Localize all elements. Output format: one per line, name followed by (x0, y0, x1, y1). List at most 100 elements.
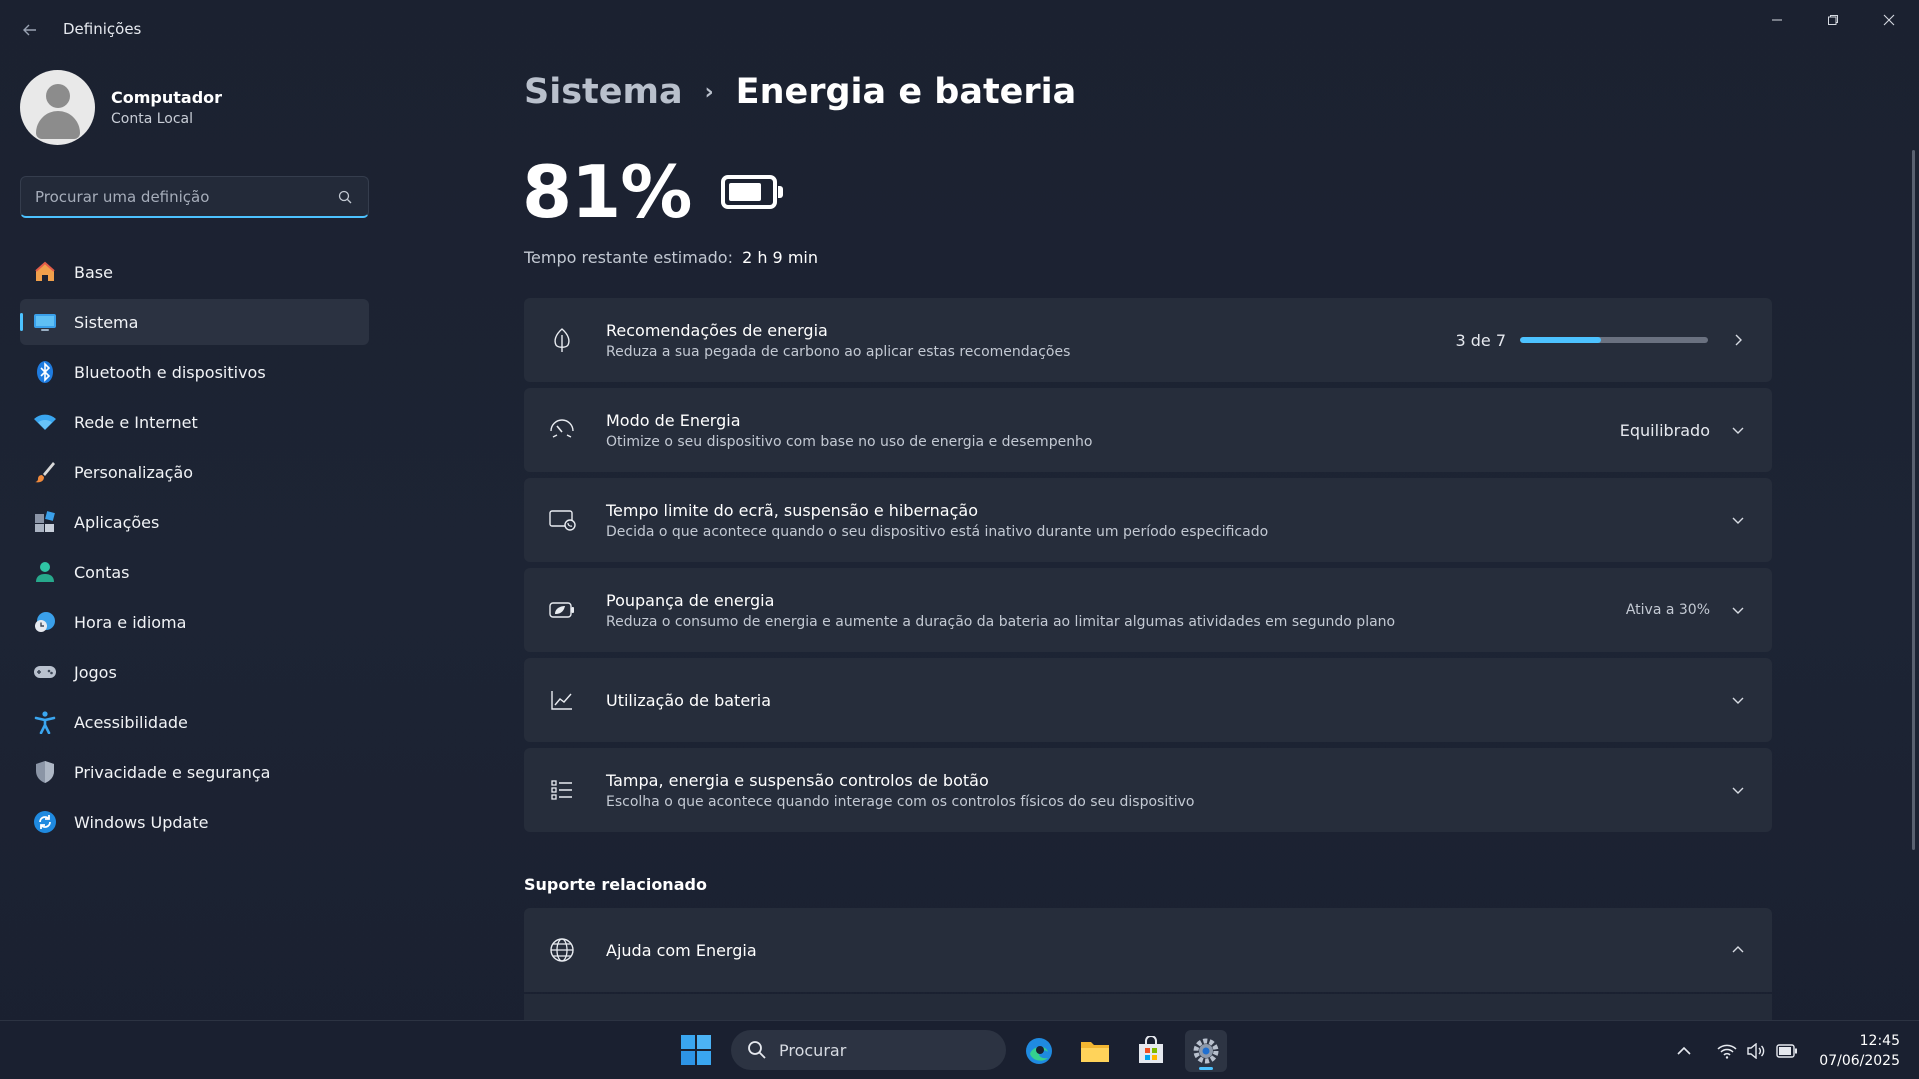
screen-sleep-icon (544, 502, 580, 538)
update-icon (32, 809, 58, 835)
recommendations-progress (1520, 337, 1708, 343)
speaker-icon (1747, 1042, 1765, 1059)
chevron-down-icon[interactable] (1724, 596, 1752, 624)
battery-summary: 81% (522, 150, 784, 234)
gear-icon (1193, 1038, 1219, 1064)
sidebar-item-label: Sistema (74, 312, 139, 332)
taskbar-file-explorer[interactable] (1074, 1030, 1116, 1072)
breadcrumb-parent[interactable]: Sistema (524, 72, 683, 112)
profile-account-type: Conta Local (111, 111, 194, 127)
sidebar-item-hora-idioma[interactable]: Hora e idioma (20, 599, 369, 645)
store-icon (1139, 1036, 1163, 1063)
taskbar-settings[interactable] (1185, 1030, 1227, 1072)
taskbar-edge[interactable] (1018, 1030, 1060, 1072)
globe-icon (544, 932, 580, 968)
sidebar-item-privacidade[interactable]: Privacidade e segurança (20, 749, 369, 795)
list-controls-icon (544, 772, 580, 808)
gamepad-icon (32, 659, 58, 685)
card-lid-power-buttons[interactable]: Tampa, energia e suspensão controlos de … (524, 748, 1772, 832)
support-expanded-area (524, 994, 1772, 1020)
sidebar-item-rede[interactable]: Rede e Internet (20, 399, 369, 445)
settings-search[interactable] (20, 176, 369, 218)
sidebar-item-label: Jogos (74, 662, 117, 682)
page-title: Energia e bateria (735, 72, 1077, 112)
taskbar-search[interactable]: Procurar (731, 1030, 1006, 1070)
close-icon (1883, 14, 1895, 26)
edge-icon (1026, 1038, 1052, 1064)
taskbar-store[interactable] (1130, 1030, 1172, 1072)
sidebar-item-sistema[interactable]: Sistema (20, 299, 369, 345)
sidebar-item-aplicacoes[interactable]: Aplicações (20, 499, 369, 545)
search-input[interactable] (35, 187, 336, 206)
scrollbar[interactable] (1912, 150, 1915, 850)
breadcrumb: Sistema › Energia e bateria (524, 72, 1076, 112)
search-icon (748, 1041, 766, 1059)
sidebar-item-label: Privacidade e segurança (74, 762, 271, 782)
chevron-right-icon[interactable] (1724, 326, 1752, 354)
sidebar-item-windows-update[interactable]: Windows Update (20, 799, 369, 845)
sidebar-item-label: Personalização (74, 462, 194, 482)
card-subtitle: Decida o que acontece quando o seu dispo… (606, 523, 1269, 540)
energy-saver-status: Ativa a 30% (1625, 602, 1710, 618)
windows-logo-icon (681, 1035, 711, 1065)
accessibility-icon (32, 709, 58, 735)
power-mode-icon (544, 412, 580, 448)
card-subtitle: Otimize o seu dispositivo com base no us… (606, 433, 1093, 450)
card-power-recommendations[interactable]: Recomendações de energia Reduza a sua pe… (524, 298, 1772, 382)
wifi-icon (1717, 1044, 1737, 1059)
sidebar-item-personalizacao[interactable]: Personalização (20, 449, 369, 495)
chevron-up-icon (1677, 1046, 1691, 1055)
recommendations-count: 3 de 7 (1455, 330, 1506, 350)
bluetooth-icon (32, 359, 58, 385)
card-energy-help[interactable]: Ajuda com Energia (524, 908, 1772, 992)
close-button[interactable] (1861, 0, 1917, 40)
tray-overflow[interactable] (1676, 1021, 1692, 1079)
chevron-down-icon[interactable] (1724, 686, 1752, 714)
leaf-icon (544, 322, 580, 358)
sidebar-item-bluetooth[interactable]: Bluetooth e dispositivos (20, 349, 369, 395)
remaining-label: Tempo restante estimado: (524, 248, 733, 267)
power-mode-value[interactable]: Equilibrado (1620, 421, 1710, 440)
chevron-down-icon[interactable] (1724, 416, 1752, 444)
minimize-button[interactable] (1749, 0, 1805, 40)
search-icon[interactable] (336, 188, 354, 206)
sidebar-item-jogos[interactable]: Jogos (20, 649, 369, 695)
tray-network[interactable] (1717, 1021, 1737, 1079)
sidebar-nav: Base Sistema Bluetooth e dispositivos Re… (20, 249, 369, 849)
breadcrumb-separator: › (704, 79, 714, 105)
brush-icon (32, 459, 58, 485)
card-power-mode[interactable]: Modo de Energia Otimize o seu dispositiv… (524, 388, 1772, 472)
wifi-icon (32, 409, 58, 435)
account-icon (32, 559, 58, 585)
minimize-icon (1772, 19, 1782, 21)
back-button[interactable] (18, 18, 42, 42)
taskbar-clock[interactable]: 12:45 07/06/2025 (1810, 1031, 1900, 1071)
tray-volume[interactable] (1746, 1021, 1766, 1079)
title-bar: Definições (0, 0, 1919, 60)
restore-button[interactable] (1805, 0, 1861, 40)
battery-percent: 81% (522, 150, 692, 234)
sidebar-item-base[interactable]: Base (20, 249, 369, 295)
taskbar-search-label: Procurar (779, 1040, 847, 1060)
tray-battery[interactable] (1776, 1021, 1798, 1079)
chevron-down-icon[interactable] (1724, 506, 1752, 534)
sidebar-item-acessibilidade[interactable]: Acessibilidade (20, 699, 369, 745)
arrow-left-icon (23, 24, 36, 36)
chevron-up-icon[interactable] (1724, 936, 1752, 964)
card-title: Modo de Energia (606, 410, 741, 430)
sidebar-item-label: Contas (74, 562, 130, 582)
chevron-down-icon[interactable] (1724, 776, 1752, 804)
remaining-value: 2 h 9 min (742, 248, 818, 267)
user-profile[interactable]: Computador Conta Local (20, 70, 222, 145)
sidebar-item-contas[interactable]: Contas (20, 549, 369, 595)
card-battery-usage[interactable]: Utilização de bateria (524, 658, 1772, 742)
avatar (20, 70, 95, 145)
settings-cards: Recomendações de energia Reduza a sua pe… (524, 298, 1772, 838)
card-screen-sleep[interactable]: Tempo limite do ecrã, suspensão e hibern… (524, 478, 1772, 562)
battery-saver-icon (544, 592, 580, 628)
start-button[interactable] (680, 1034, 712, 1066)
card-energy-saver[interactable]: Poupança de energia Reduza o consumo de … (524, 568, 1772, 652)
taskbar: Procurar 12:45 07/06/2025 (0, 1020, 1919, 1079)
profile-name: Computador (111, 88, 223, 107)
card-title: Utilização de bateria (606, 690, 771, 710)
